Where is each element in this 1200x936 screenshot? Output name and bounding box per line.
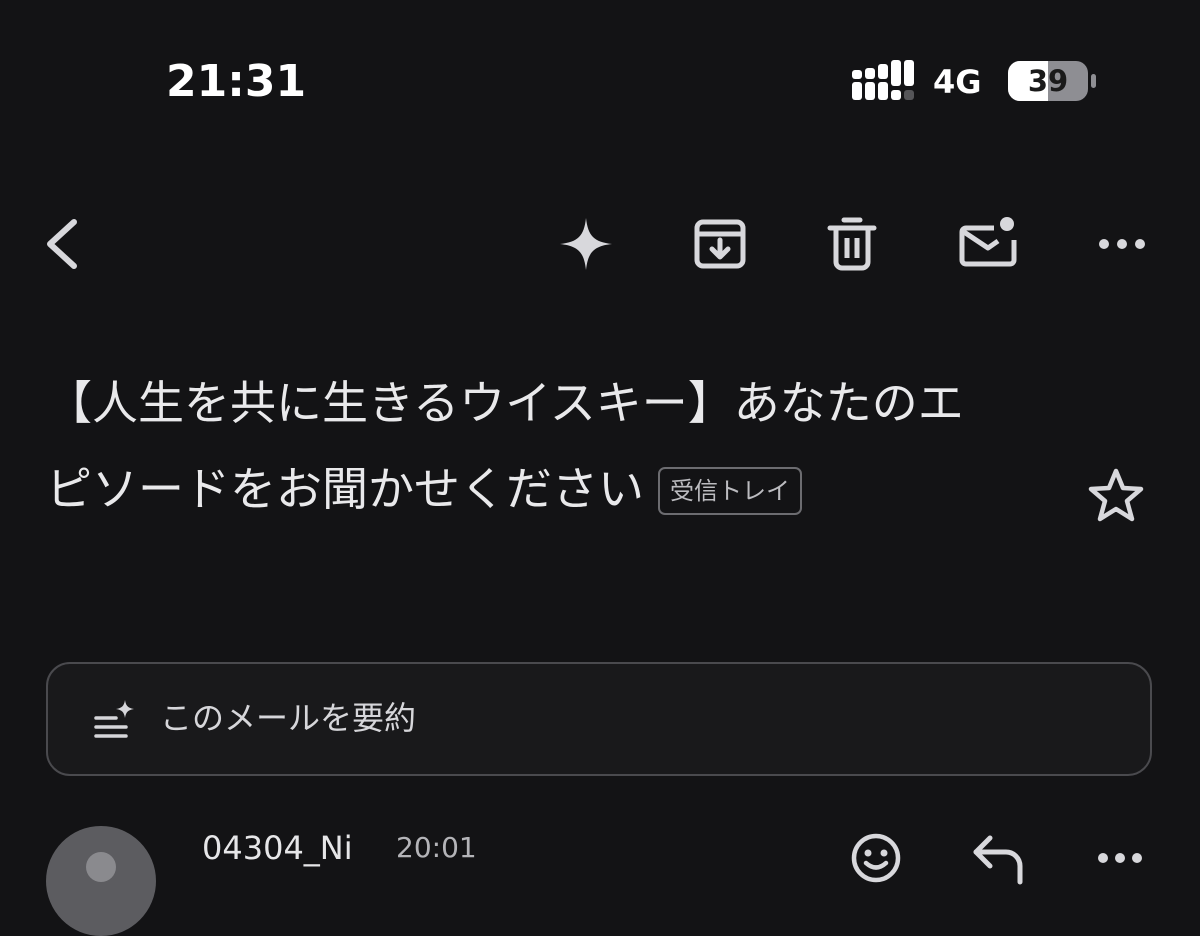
trash-icon[interactable] [822,214,882,274]
battery-level: 39 [1027,64,1069,98]
network-type: 4G [933,63,982,101]
star-icon[interactable] [1086,466,1146,526]
gemini-sparkle-icon[interactable] [556,214,616,274]
subject-text: 【人生を共に生きるウイスキー】あなたのエピソードをお聞かせください [46,376,964,516]
sender-name[interactable]: 04304_Ni [202,826,353,870]
summarize-icon [92,698,136,742]
signal-strength-icon [852,60,914,102]
inbox-label-chip[interactable]: 受信トレイ [658,467,802,515]
more-icon[interactable] [1092,214,1152,274]
status-time: 21:31 [166,56,307,107]
archive-icon[interactable] [690,214,750,274]
summarize-label: このメールを要約 [160,699,417,737]
mark-unread-icon[interactable] [958,214,1018,274]
email-subject: 【人生を共に生きるウイスキー】あなたのエピソードをお聞かせください 受信トレイ [46,360,1006,532]
message-time: 20:01 [396,831,477,864]
back-arrow-icon[interactable] [32,214,92,274]
sender-avatar[interactable] [46,826,156,936]
